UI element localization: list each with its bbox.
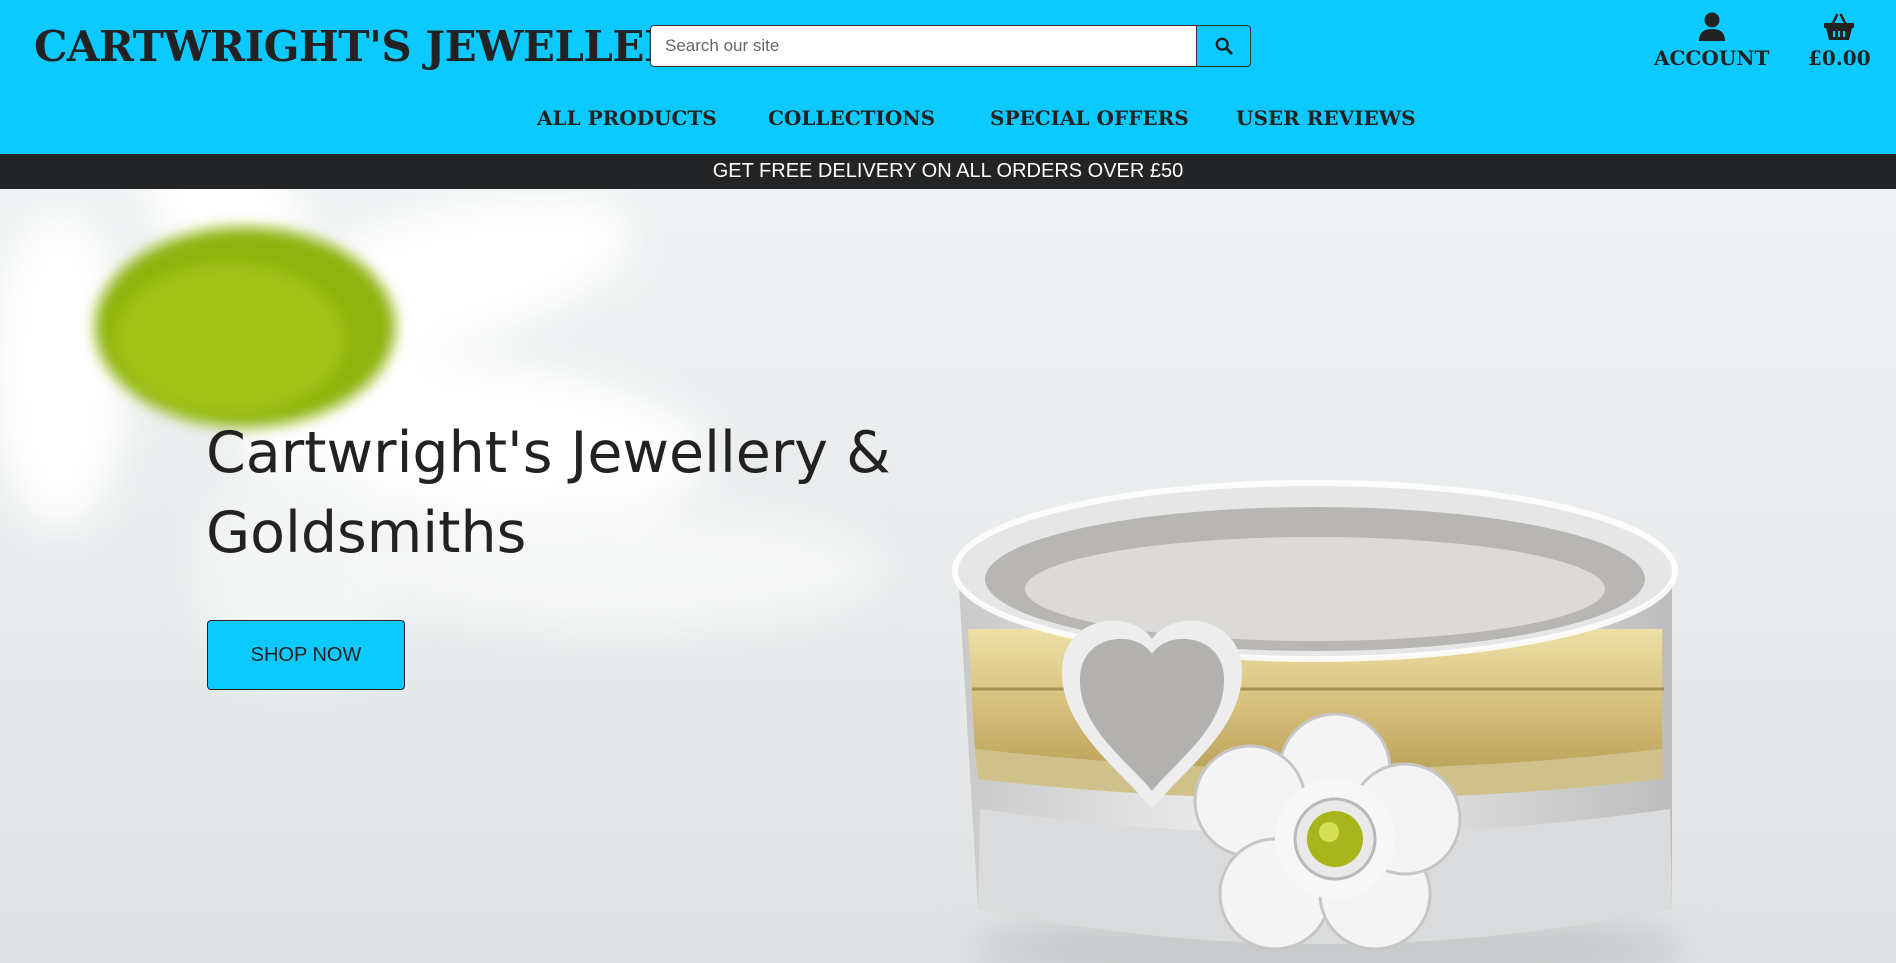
account-link[interactable]: ACCOUNT — [1654, 12, 1769, 70]
hero-heading: Cartwright's Jewellery & Goldsmiths — [206, 413, 966, 573]
search-button[interactable] — [1197, 25, 1251, 67]
nav-special-offers[interactable]: SPECIAL OFFERS — [990, 106, 1189, 130]
hero-heading-line2: Goldsmiths — [206, 500, 527, 566]
nav-all-products[interactable]: ALL PRODUCTS — [537, 106, 717, 130]
search-icon — [1215, 37, 1233, 55]
basket-icon — [1824, 13, 1855, 40]
shop-now-button[interactable]: SHOP NOW — [207, 620, 405, 690]
delivery-banner-text: GET FREE DELIVERY ON ALL ORDERS OVER £50 — [712, 160, 1184, 182]
nav-user-reviews[interactable]: USER REVIEWS — [1236, 106, 1416, 130]
delivery-banner: GET FREE DELIVERY ON ALL ORDERS OVER £50 — [0, 154, 1896, 189]
nav-collections[interactable]: COLLECTIONS — [768, 106, 935, 130]
hero-section: Cartwright's Jewellery & Goldsmiths SHOP… — [0, 189, 1896, 963]
account-label: ACCOUNT — [1654, 46, 1770, 70]
site-logo[interactable]: CARTWRIGHT'S JEWELLERY — [34, 22, 707, 71]
basket-total: £0.00 — [1808, 46, 1871, 70]
hero-heading-line1: Cartwright's Jewellery & — [206, 420, 891, 486]
hero-image — [0, 189, 1690, 963]
search-input[interactable] — [650, 25, 1197, 67]
basket-link[interactable]: £0.00 — [1808, 12, 1871, 70]
site-header: CARTWRIGHT'S JEWELLERY ACCOUNT £0.00 — [0, 0, 1896, 154]
user-icon — [1698, 12, 1725, 41]
search-form — [650, 25, 1251, 67]
